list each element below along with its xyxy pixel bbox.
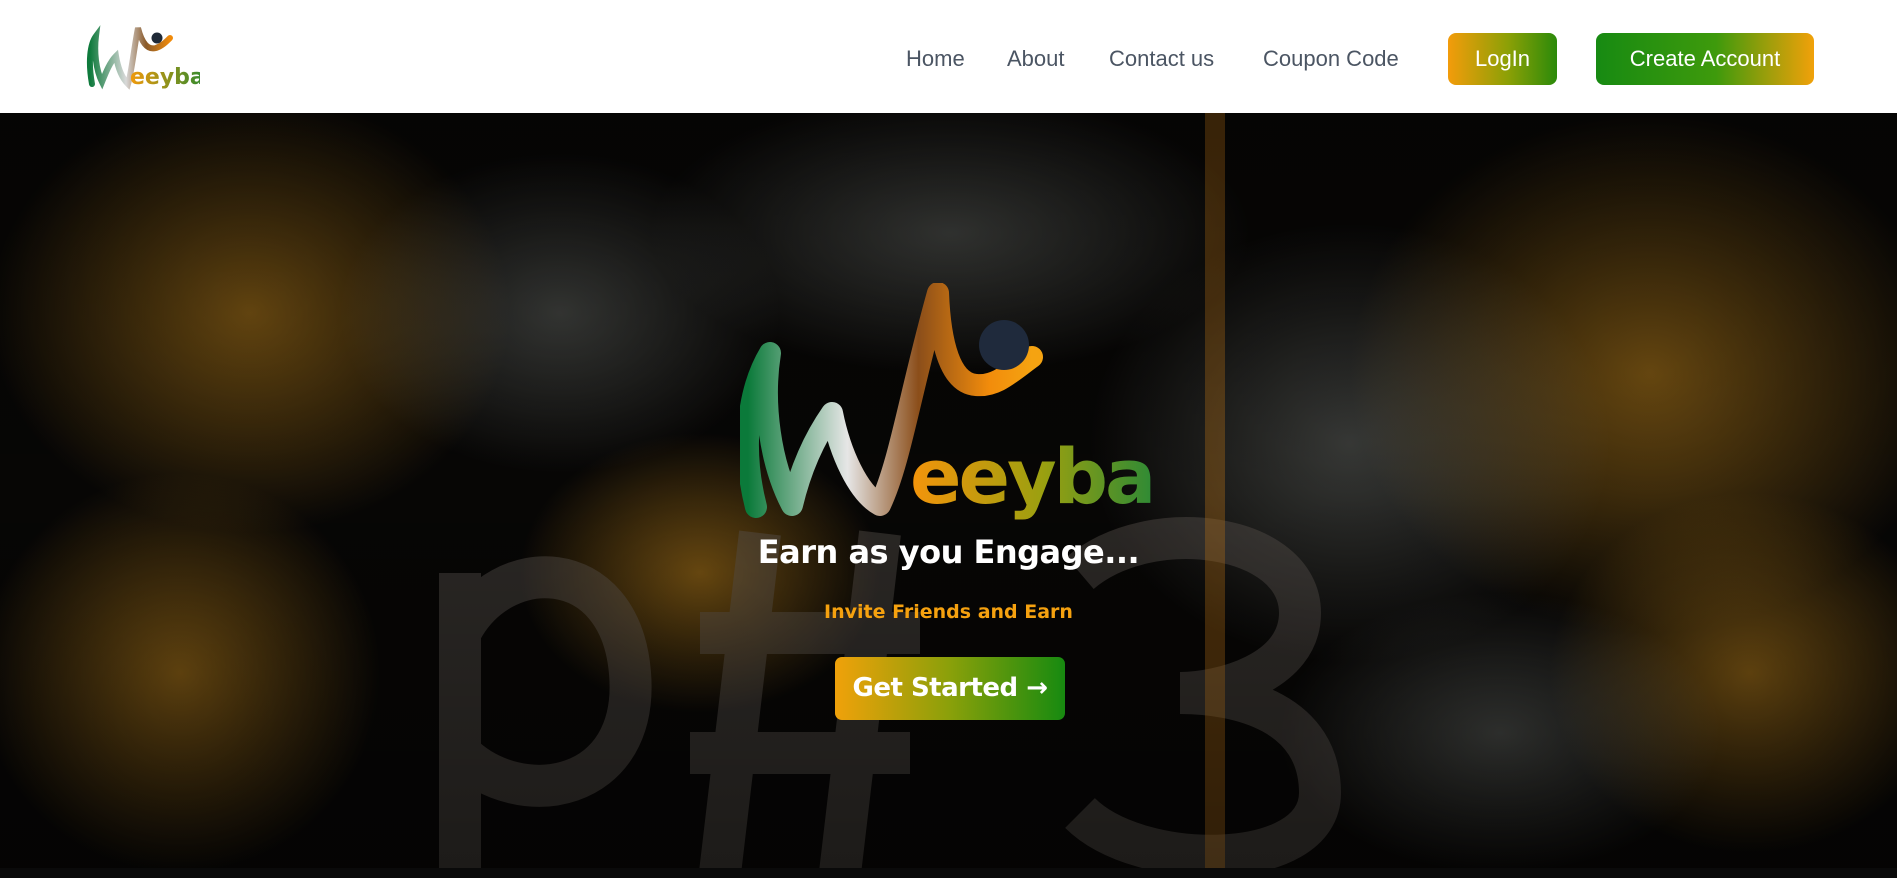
hero-subline: Invite Friends and Earn	[824, 601, 1073, 623]
hero-bottom-edge	[0, 868, 1897, 878]
nav-about-link[interactable]: About	[1007, 44, 1065, 74]
get-started-button[interactable]: Get Started →	[835, 657, 1065, 720]
hero-logo: eeyba	[740, 283, 1156, 521]
hero-tagline: Earn as you Engage...	[757, 533, 1140, 571]
nav-home-link[interactable]: Home	[906, 44, 965, 74]
nav-coupon-link[interactable]: Coupon Code	[1263, 44, 1399, 74]
hero-section: eeyba Earn as you Engage... Invite Frien…	[0, 113, 1897, 878]
create-account-button[interactable]: Create Account	[1596, 33, 1814, 85]
login-button[interactable]: LogIn	[1448, 33, 1557, 85]
main-nav: Home About Contact us Coupon Code LogIn …	[0, 0, 1897, 113]
svg-text:eeyba: eeyba	[910, 432, 1153, 521]
site-header: eeyba Home About Contact us Coupon Code …	[0, 0, 1897, 113]
nav-contact-link[interactable]: Contact us	[1109, 44, 1214, 74]
